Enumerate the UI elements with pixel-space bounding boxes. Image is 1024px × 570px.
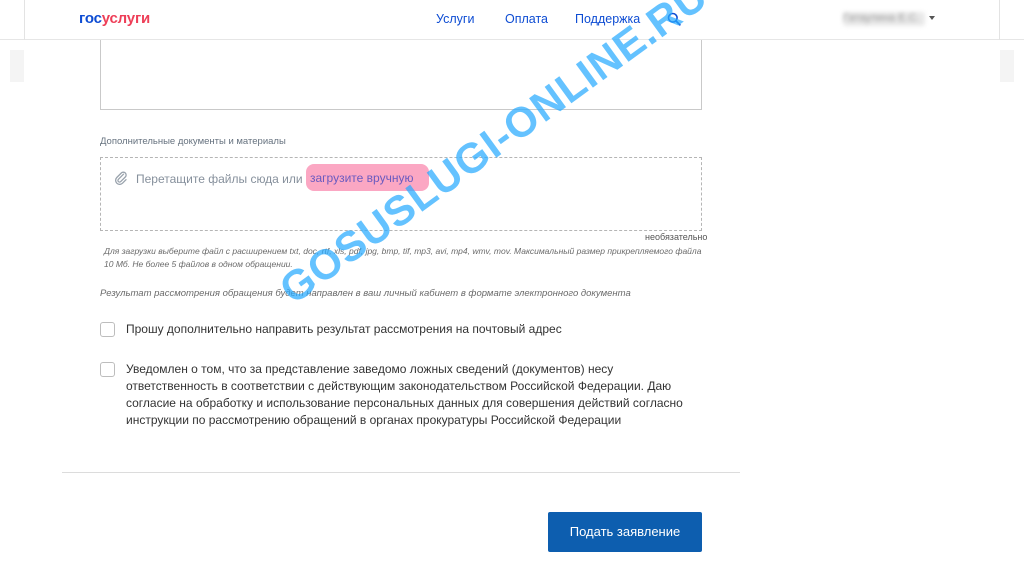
chevron-down-icon[interactable] — [929, 16, 935, 20]
section-divider — [62, 472, 740, 473]
optional-label: необязательно — [645, 232, 708, 242]
nav-link-payment[interactable]: Оплата — [505, 12, 548, 26]
search-icon[interactable] — [667, 12, 681, 26]
nav-link-services[interactable]: Услуги — [436, 12, 474, 26]
consent-label[interactable]: Уведомлен о том, что за представление за… — [126, 361, 706, 429]
site-header: госуслуги Услуги Оплата Поддержка Гатаул… — [0, 0, 1024, 40]
nav-link-support[interactable]: Поддержка — [575, 12, 640, 26]
logo-part-uslugi: услуги — [101, 10, 151, 27]
dropzone-text: Перетащите файлы сюда или — [136, 172, 303, 186]
postal-address-checkbox[interactable] — [100, 322, 115, 337]
page-background-strip — [1000, 50, 1014, 82]
logo-part-gos: гос — [79, 10, 102, 27]
result-note: Результат рассмотрения обращения будет н… — [100, 288, 631, 299]
submit-application-button[interactable]: Подать заявление — [548, 512, 702, 552]
message-textarea[interactable] — [100, 40, 702, 110]
postal-address-label[interactable]: Прошу дополнительно направить результат … — [126, 321, 706, 338]
header-edge — [24, 0, 25, 40]
page-background-strip — [10, 50, 24, 82]
user-name-blurred[interactable]: Гатаулина Е.С. — [843, 12, 925, 26]
upload-hint: Для загрузки выберите файл с расширением… — [104, 246, 702, 269]
header-edge — [999, 0, 1000, 40]
consent-checkbox[interactable] — [100, 362, 115, 377]
paperclip-icon — [114, 171, 127, 185]
upload-manually-link[interactable]: загрузите вручную — [306, 164, 429, 191]
gosuslugi-logo[interactable]: госуслуги — [79, 10, 150, 27]
attachments-label: Дополнительные документы и материалы — [100, 136, 286, 147]
